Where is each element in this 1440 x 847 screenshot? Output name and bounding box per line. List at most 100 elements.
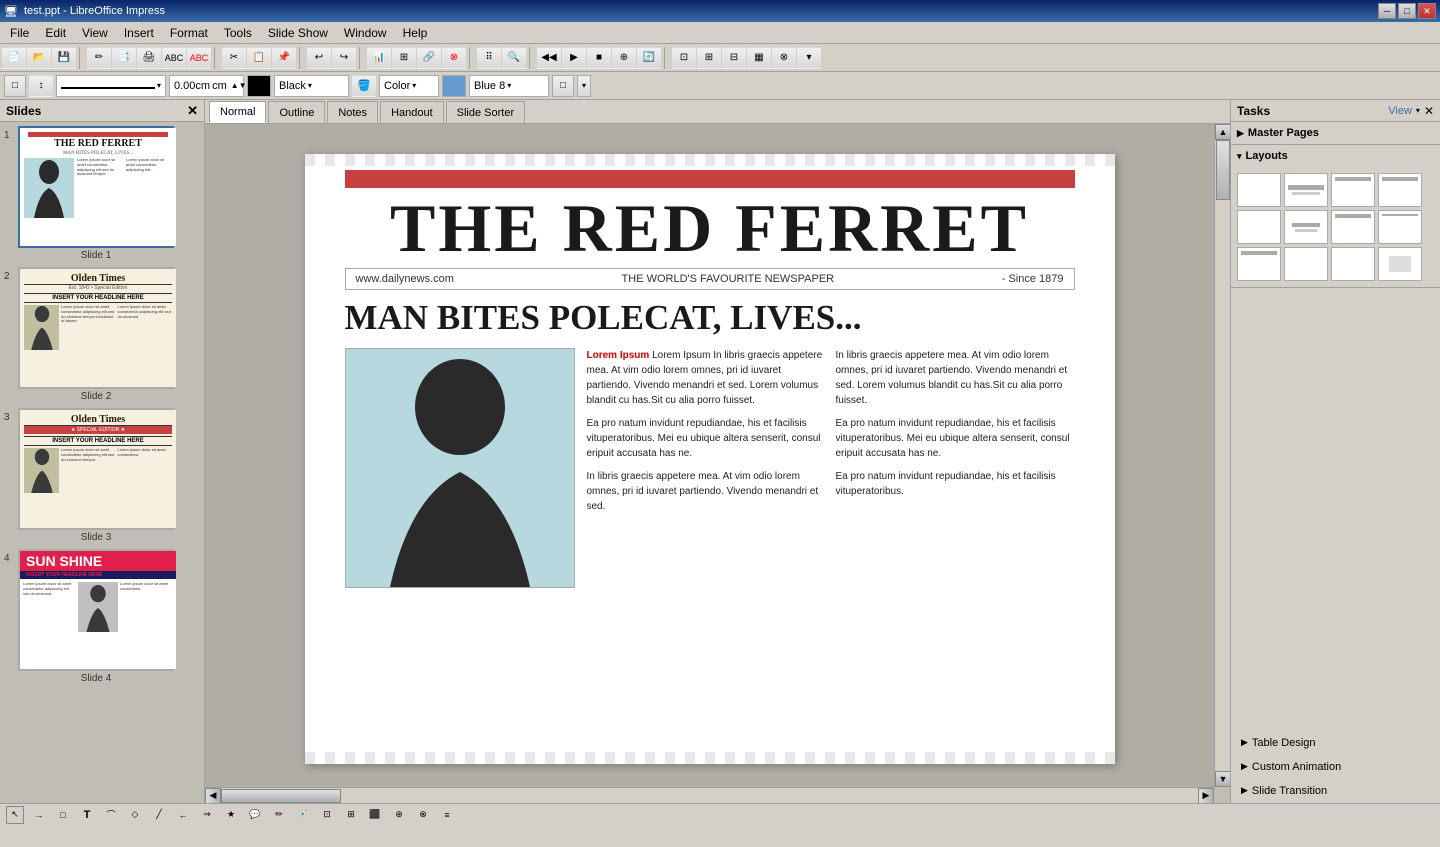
open-button[interactable]: 📂 bbox=[27, 47, 51, 69]
slide-preview-2[interactable]: Olden Times Est. 1842 • Special Edition … bbox=[18, 267, 174, 389]
slide-preview-3[interactable]: Olden Times ★ SPECIAL EDITION ★ INSERT Y… bbox=[18, 408, 174, 530]
table-design-item[interactable]: ▶ Table Design bbox=[1231, 731, 1440, 755]
shadow-button[interactable]: □ bbox=[552, 75, 574, 97]
extras1-tool[interactable]: ⊕ bbox=[390, 806, 408, 824]
extra2-button[interactable]: ⊞ bbox=[697, 47, 721, 69]
edit-button[interactable]: ✏ bbox=[87, 47, 111, 69]
spell-check2-button[interactable]: ABC bbox=[187, 47, 211, 69]
line-color-swatch[interactable] bbox=[247, 75, 271, 97]
new-button[interactable]: 📄 bbox=[2, 47, 26, 69]
extra5-button[interactable]: ⊗ bbox=[772, 47, 796, 69]
layout-centered-text[interactable] bbox=[1284, 210, 1328, 244]
nav1-button[interactable]: ◀◀ bbox=[537, 47, 561, 69]
layouts-header[interactable]: ▾ Layouts bbox=[1231, 145, 1440, 167]
extra4-button[interactable]: ▦ bbox=[747, 47, 771, 69]
fill-color-swatch[interactable] bbox=[442, 75, 466, 97]
save-button[interactable]: 💾 bbox=[52, 47, 76, 69]
canvas-main[interactable]: THE RED FERRET www.dailynews.com THE WOR… bbox=[205, 124, 1214, 787]
fill-color-dropdown[interactable]: Blue 8 ▾ bbox=[469, 75, 549, 97]
menu-insert[interactable]: Insert bbox=[116, 23, 162, 43]
extras2-tool[interactable]: ⊗ bbox=[414, 806, 432, 824]
menu-file[interactable]: File bbox=[2, 23, 37, 43]
layout-vertical-title[interactable] bbox=[1284, 247, 1328, 281]
arrow-tool[interactable]: → bbox=[30, 806, 48, 824]
nav4-button[interactable]: ⊕ bbox=[612, 47, 636, 69]
menu-window[interactable]: Window bbox=[336, 23, 395, 43]
menu-slideshow[interactable]: Slide Show bbox=[260, 23, 336, 43]
tab-handout[interactable]: Handout bbox=[380, 101, 444, 123]
eyedrop-tool[interactable]: 💉 bbox=[294, 806, 312, 824]
tasks-view-button[interactable]: View bbox=[1388, 105, 1412, 117]
arrow-right-tool[interactable]: ⇒ bbox=[198, 806, 216, 824]
export-pdf-button[interactable]: 📑 bbox=[112, 47, 136, 69]
grid-button[interactable]: ⠿ bbox=[477, 47, 501, 69]
canvas-vscroll[interactable]: ▲ ▼ bbox=[1214, 124, 1230, 787]
hscroll-right-button[interactable]: ▶ bbox=[1198, 788, 1214, 804]
print-button[interactable]: 🖨 bbox=[137, 47, 161, 69]
fill-type-dropdown[interactable]: Color ▾ bbox=[379, 75, 439, 97]
vscroll-up-button[interactable]: ▲ bbox=[1215, 124, 1230, 140]
nav2-button[interactable]: ▶ bbox=[562, 47, 586, 69]
line-color-dropdown[interactable]: Black ▾ bbox=[274, 75, 349, 97]
minimize-button[interactable]: ─ bbox=[1378, 3, 1396, 19]
layout-title-two-content[interactable] bbox=[1331, 210, 1375, 244]
hscroll-left-button[interactable]: ◀ bbox=[205, 788, 221, 804]
undo-button[interactable]: ↩ bbox=[307, 47, 331, 69]
fill-icon[interactable]: 🪣 bbox=[352, 75, 376, 97]
hscroll-thumb[interactable] bbox=[221, 789, 341, 803]
3d-tool[interactable]: ⊞ bbox=[342, 806, 360, 824]
extra1-button[interactable]: ⊡ bbox=[672, 47, 696, 69]
extras3-tool[interactable]: ≡ bbox=[438, 806, 456, 824]
format-sort-button[interactable]: ↕ bbox=[29, 75, 53, 97]
menu-tools[interactable]: Tools bbox=[216, 23, 260, 43]
tab-normal[interactable]: Normal bbox=[209, 101, 266, 123]
table-button[interactable]: ⊞ bbox=[392, 47, 416, 69]
maximize-button[interactable]: □ bbox=[1398, 3, 1416, 19]
pen-tool[interactable]: ✏ bbox=[270, 806, 288, 824]
cut-button[interactable]: ✂ bbox=[222, 47, 246, 69]
layout-vertical-two[interactable] bbox=[1331, 247, 1375, 281]
custom-animation-item[interactable]: ▶ Custom Animation bbox=[1231, 755, 1440, 779]
tab-notes[interactable]: Notes bbox=[327, 101, 378, 123]
vscroll-track[interactable] bbox=[1215, 140, 1230, 771]
line-tool[interactable]: ╱ bbox=[150, 806, 168, 824]
menu-edit[interactable]: Edit bbox=[37, 23, 74, 43]
chart-button[interactable]: 📊 bbox=[367, 47, 391, 69]
layout-centered-only[interactable] bbox=[1378, 247, 1422, 281]
extra-arrow[interactable]: ▾ bbox=[797, 47, 821, 69]
layout-blank[interactable] bbox=[1237, 173, 1281, 207]
format-mode-button[interactable]: □ bbox=[4, 75, 26, 97]
tab-slide-sorter[interactable]: Slide Sorter bbox=[446, 101, 525, 123]
rect-tool[interactable]: □ bbox=[54, 806, 72, 824]
extra3-button[interactable]: ⊟ bbox=[722, 47, 746, 69]
master-pages-header[interactable]: ▶ Master Pages bbox=[1231, 122, 1440, 144]
tasks-header-arrow[interactable]: ▾ bbox=[1416, 106, 1420, 115]
zoom-button[interactable]: 🔍 bbox=[502, 47, 526, 69]
tasks-header-close[interactable]: ✕ bbox=[1424, 104, 1434, 118]
redo-button[interactable]: ↪ bbox=[332, 47, 356, 69]
callout-tool[interactable]: 💬 bbox=[246, 806, 264, 824]
nav5-button[interactable]: 🔄 bbox=[637, 47, 661, 69]
hscroll-track[interactable] bbox=[221, 788, 1198, 804]
slides-close-button[interactable]: ✕ bbox=[187, 103, 198, 119]
layout-title-content[interactable] bbox=[1331, 173, 1375, 207]
paste-button[interactable]: 📌 bbox=[272, 47, 296, 69]
shadow-arrow[interactable]: ▾ bbox=[577, 75, 591, 97]
slide-transition-item[interactable]: ▶ Slide Transition bbox=[1231, 779, 1440, 803]
layout-two-col[interactable] bbox=[1378, 173, 1422, 207]
hyperlink-button[interactable]: 🔗 bbox=[417, 47, 441, 69]
nav3-button[interactable]: ■ bbox=[587, 47, 611, 69]
stop-button[interactable]: ⊗ bbox=[442, 47, 466, 69]
arrow-left-tool[interactable]: ← bbox=[174, 806, 192, 824]
vscroll-down-button[interactable]: ▼ bbox=[1215, 771, 1230, 787]
menu-view[interactable]: View bbox=[74, 23, 116, 43]
layout-title[interactable] bbox=[1284, 173, 1328, 207]
layout-title-6content[interactable] bbox=[1237, 247, 1281, 281]
shape-tool[interactable]: ◇ bbox=[126, 806, 144, 824]
layout-content-only[interactable] bbox=[1237, 210, 1281, 244]
copy-button[interactable]: 📋 bbox=[247, 47, 271, 69]
vscroll-thumb[interactable] bbox=[1216, 140, 1230, 200]
layout-four-content[interactable] bbox=[1378, 210, 1422, 244]
curve-tool[interactable]: ⌒ bbox=[102, 806, 120, 824]
slide-preview-1[interactable]: THE RED FERRET MAN BITES POLECAT, LIVES.… bbox=[18, 126, 174, 248]
